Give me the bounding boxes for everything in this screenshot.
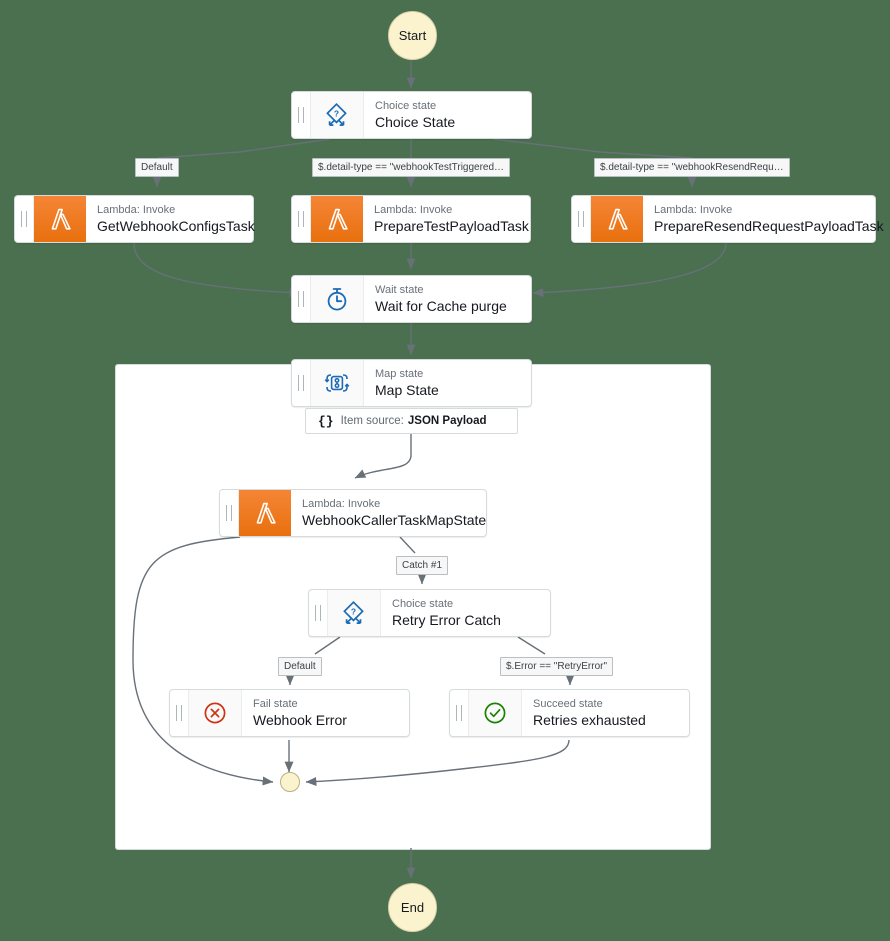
- map-item-source: {} Item source: JSON Payload: [305, 408, 518, 434]
- state-title: Choice State: [375, 113, 456, 130]
- json-braces-icon: {}: [318, 413, 334, 429]
- start-terminal[interactable]: Start: [388, 11, 437, 60]
- drag-handle[interactable]: [292, 196, 311, 242]
- edge-label-choice-test-triggered: $.detail-type == "webhookTestTriggered…: [312, 158, 511, 177]
- lambda-icon: [311, 196, 363, 242]
- drag-handle[interactable]: [15, 196, 34, 242]
- edge-label-retry-default: Default: [278, 657, 322, 676]
- start-label: Start: [398, 28, 427, 43]
- end-label: End: [400, 900, 425, 915]
- state-labels: Lambda: Invoke WebhookCallerTaskMapState: [291, 490, 486, 536]
- state-labels: Lambda: Invoke PrepareTestPayloadTask: [363, 196, 530, 242]
- state-title: Wait for Cache purge: [375, 297, 507, 314]
- item-source-value: JSON Payload: [407, 415, 487, 427]
- state-webhook-caller-task-map-state[interactable]: Lambda: Invoke WebhookCallerTaskMapState: [219, 489, 487, 537]
- state-labels: Choice state Choice State: [364, 92, 531, 138]
- map-merge-point: [280, 772, 300, 792]
- state-title: Map State: [375, 381, 439, 398]
- edge-label-choice-default: Default: [135, 158, 179, 177]
- succeed-state-icon: [469, 690, 522, 736]
- drag-handle[interactable]: [292, 360, 311, 406]
- state-choice-state[interactable]: ? Choice state Choice State: [291, 91, 532, 139]
- drag-handle[interactable]: [309, 590, 328, 636]
- state-webhook-error[interactable]: Fail state Webhook Error: [169, 689, 410, 737]
- state-retries-exhausted[interactable]: Succeed state Retries exhausted: [449, 689, 690, 737]
- state-prepare-resend-request-payload-task[interactable]: Lambda: Invoke PrepareResendRequestPaylo…: [571, 195, 884, 243]
- state-prepare-test-payload-task[interactable]: Lambda: Invoke PrepareTestPayloadTask: [291, 195, 531, 243]
- state-labels: Succeed state Retries exhausted: [522, 690, 689, 736]
- state-title: PrepareTestPayloadTask: [374, 217, 529, 234]
- state-kind: Lambda: Invoke: [654, 203, 733, 216]
- lambda-icon: [591, 196, 643, 242]
- state-kind: Wait state: [375, 283, 424, 296]
- state-title: Retry Error Catch: [392, 611, 501, 628]
- state-wait-for-cache-purge[interactable]: Wait state Wait for Cache purge: [291, 275, 532, 323]
- state-labels: Lambda: Invoke PrepareResendRequestPaylo…: [643, 196, 884, 242]
- state-labels: Lambda: Invoke GetWebhookConfigsTask: [86, 196, 255, 242]
- state-title: Retries exhausted: [533, 711, 646, 728]
- edge-label-retry-error: $.Error == "RetryError": [500, 657, 614, 676]
- map-state-icon: [311, 360, 364, 406]
- fail-state-icon: [189, 690, 242, 736]
- drag-handle[interactable]: [292, 276, 311, 322]
- drag-handle[interactable]: [572, 196, 591, 242]
- state-title: GetWebhookConfigsTask: [97, 217, 255, 234]
- state-kind: Lambda: Invoke: [97, 203, 176, 216]
- edge-label-catch-1: Catch #1: [396, 556, 449, 575]
- state-kind: Choice state: [375, 99, 437, 112]
- state-get-webhook-configs-task[interactable]: Lambda: Invoke GetWebhookConfigsTask: [14, 195, 255, 243]
- state-title: Webhook Error: [253, 711, 347, 728]
- state-kind: Succeed state: [533, 697, 603, 710]
- state-title: WebhookCallerTaskMapState: [302, 511, 487, 528]
- workflow-graph-canvas: Start End ? Choice state Choice State De…: [0, 0, 890, 941]
- state-kind: Map state: [375, 367, 424, 380]
- svg-text:?: ?: [351, 607, 356, 617]
- state-title: PrepareResendRequestPayloadTask: [654, 217, 884, 234]
- state-map-state[interactable]: Map state Map State: [291, 359, 532, 407]
- state-kind: Fail state: [253, 697, 298, 710]
- state-kind: Lambda: Invoke: [302, 497, 381, 510]
- state-labels: Map state Map State: [364, 360, 531, 406]
- lambda-icon: [34, 196, 86, 242]
- drag-handle[interactable]: [450, 690, 469, 736]
- state-labels: Wait state Wait for Cache purge: [364, 276, 531, 322]
- choice-state-icon: ?: [328, 590, 381, 636]
- lambda-icon: [239, 490, 291, 536]
- drag-handle[interactable]: [292, 92, 311, 138]
- state-kind: Choice state: [392, 597, 454, 610]
- state-kind: Lambda: Invoke: [374, 203, 453, 216]
- svg-text:?: ?: [334, 109, 339, 119]
- edge-label-choice-resend-request: $.detail-type == "webhookResendReque…: [594, 158, 790, 177]
- end-terminal[interactable]: End: [388, 883, 437, 932]
- drag-handle[interactable]: [220, 490, 239, 536]
- state-labels: Choice state Retry Error Catch: [381, 590, 550, 636]
- item-source-label: Item source:: [340, 415, 404, 427]
- stopwatch-icon: [311, 276, 364, 322]
- drag-handle[interactable]: [170, 690, 189, 736]
- choice-state-icon: ?: [311, 92, 364, 138]
- state-labels: Fail state Webhook Error: [242, 690, 409, 736]
- state-retry-error-catch[interactable]: ? Choice state Retry Error Catch: [308, 589, 551, 637]
